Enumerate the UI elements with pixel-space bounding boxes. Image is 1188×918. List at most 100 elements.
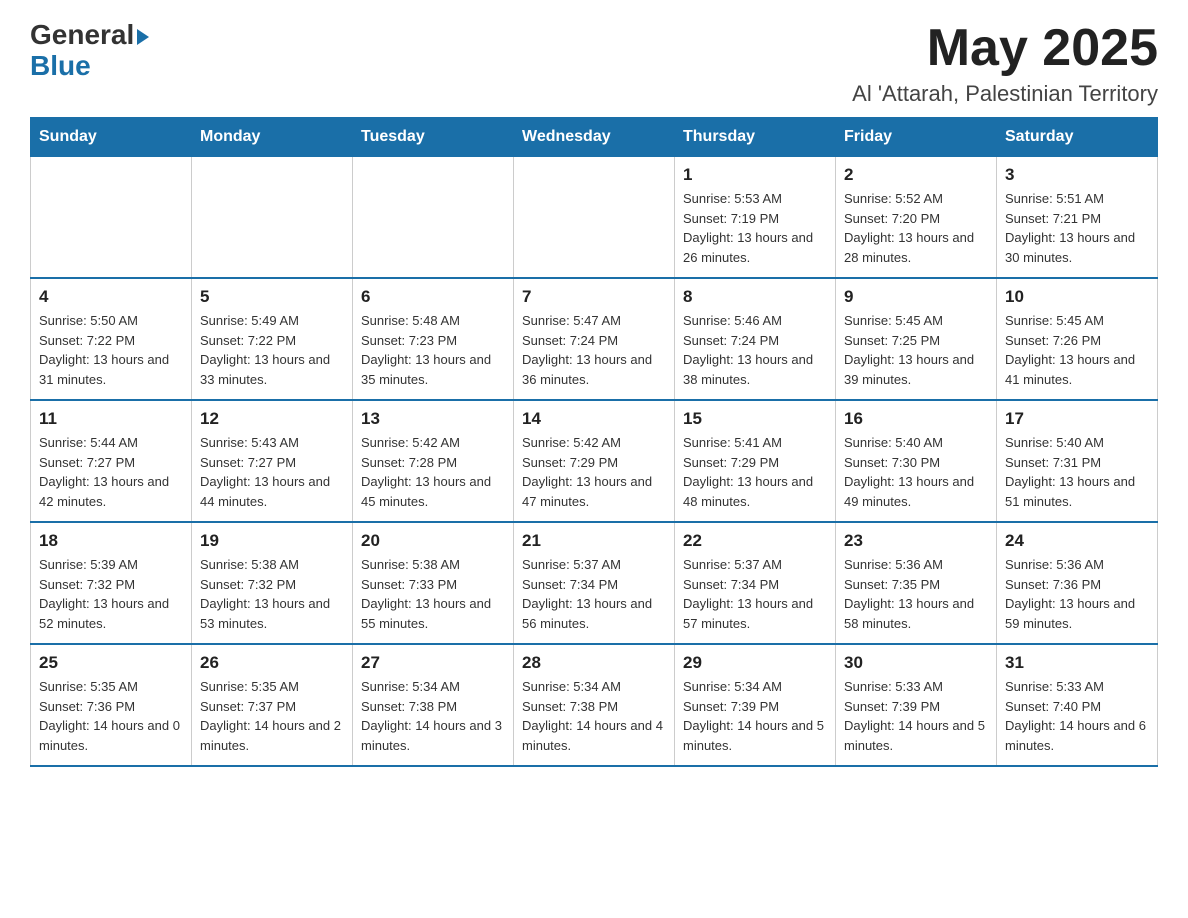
day-number: 22: [683, 531, 827, 551]
calendar-cell: 18 Sunrise: 5:39 AM Sunset: 7:32 PM Dayli…: [31, 522, 192, 644]
day-number: 27: [361, 653, 505, 673]
calendar-cell: 25 Sunrise: 5:35 AM Sunset: 7:36 PM Dayli…: [31, 644, 192, 766]
logo-blue: Blue: [30, 51, 91, 82]
day-info: Sunrise: 5:45 AM Sunset: 7:25 PM Dayligh…: [844, 311, 988, 389]
day-number: 20: [361, 531, 505, 551]
day-number: 30: [844, 653, 988, 673]
calendar-weekday-friday: Friday: [836, 118, 997, 157]
day-info: Sunrise: 5:44 AM Sunset: 7:27 PM Dayligh…: [39, 433, 183, 511]
day-info: Sunrise: 5:33 AM Sunset: 7:39 PM Dayligh…: [844, 677, 988, 755]
day-number: 5: [200, 287, 344, 307]
calendar-cell: 30 Sunrise: 5:33 AM Sunset: 7:39 PM Dayli…: [836, 644, 997, 766]
location-title: Al 'Attarah, Palestinian Territory: [852, 81, 1158, 107]
day-number: 17: [1005, 409, 1149, 429]
calendar-cell: 28 Sunrise: 5:34 AM Sunset: 7:38 PM Dayli…: [514, 644, 675, 766]
calendar-cell: [192, 157, 353, 279]
day-info: Sunrise: 5:39 AM Sunset: 7:32 PM Dayligh…: [39, 555, 183, 633]
day-number: 19: [200, 531, 344, 551]
day-info: Sunrise: 5:51 AM Sunset: 7:21 PM Dayligh…: [1005, 189, 1149, 267]
day-info: Sunrise: 5:37 AM Sunset: 7:34 PM Dayligh…: [522, 555, 666, 633]
day-info: Sunrise: 5:34 AM Sunset: 7:39 PM Dayligh…: [683, 677, 827, 755]
day-number: 14: [522, 409, 666, 429]
calendar-week-row: 4 Sunrise: 5:50 AM Sunset: 7:22 PM Daylig…: [31, 278, 1158, 400]
day-number: 7: [522, 287, 666, 307]
day-number: 26: [200, 653, 344, 673]
day-number: 29: [683, 653, 827, 673]
calendar-cell: 27 Sunrise: 5:34 AM Sunset: 7:38 PM Dayli…: [353, 644, 514, 766]
day-number: 8: [683, 287, 827, 307]
day-info: Sunrise: 5:34 AM Sunset: 7:38 PM Dayligh…: [522, 677, 666, 755]
day-number: 16: [844, 409, 988, 429]
day-info: Sunrise: 5:38 AM Sunset: 7:33 PM Dayligh…: [361, 555, 505, 633]
calendar-cell: 6 Sunrise: 5:48 AM Sunset: 7:23 PM Daylig…: [353, 278, 514, 400]
day-number: 18: [39, 531, 183, 551]
calendar-cell: 11 Sunrise: 5:44 AM Sunset: 7:27 PM Dayli…: [31, 400, 192, 522]
calendar-cell: 23 Sunrise: 5:36 AM Sunset: 7:35 PM Dayli…: [836, 522, 997, 644]
day-info: Sunrise: 5:37 AM Sunset: 7:34 PM Dayligh…: [683, 555, 827, 633]
calendar-cell: 3 Sunrise: 5:51 AM Sunset: 7:21 PM Daylig…: [997, 157, 1158, 279]
day-info: Sunrise: 5:42 AM Sunset: 7:28 PM Dayligh…: [361, 433, 505, 511]
calendar-cell: 26 Sunrise: 5:35 AM Sunset: 7:37 PM Dayli…: [192, 644, 353, 766]
calendar-header-row: SundayMondayTuesdayWednesdayThursdayFrid…: [31, 118, 1158, 157]
logo-general: General: [30, 20, 149, 51]
calendar-table: SundayMondayTuesdayWednesdayThursdayFrid…: [30, 117, 1158, 767]
calendar-cell: 21 Sunrise: 5:37 AM Sunset: 7:34 PM Dayli…: [514, 522, 675, 644]
day-info: Sunrise: 5:34 AM Sunset: 7:38 PM Dayligh…: [361, 677, 505, 755]
calendar-cell: [514, 157, 675, 279]
day-info: Sunrise: 5:38 AM Sunset: 7:32 PM Dayligh…: [200, 555, 344, 633]
calendar-cell: 19 Sunrise: 5:38 AM Sunset: 7:32 PM Dayli…: [192, 522, 353, 644]
calendar-cell: 22 Sunrise: 5:37 AM Sunset: 7:34 PM Dayli…: [675, 522, 836, 644]
day-info: Sunrise: 5:49 AM Sunset: 7:22 PM Dayligh…: [200, 311, 344, 389]
calendar-week-row: 11 Sunrise: 5:44 AM Sunset: 7:27 PM Dayli…: [31, 400, 1158, 522]
calendar-cell: 9 Sunrise: 5:45 AM Sunset: 7:25 PM Daylig…: [836, 278, 997, 400]
calendar-body: 1Sunrise: 5:53 AM Sunset: 7:19 PM Daylig…: [31, 157, 1158, 767]
calendar-week-row: 1Sunrise: 5:53 AM Sunset: 7:19 PM Daylig…: [31, 157, 1158, 279]
day-number: 21: [522, 531, 666, 551]
day-number: 25: [39, 653, 183, 673]
calendar-cell: [353, 157, 514, 279]
day-info: Sunrise: 5:40 AM Sunset: 7:30 PM Dayligh…: [844, 433, 988, 511]
calendar-cell: 29 Sunrise: 5:34 AM Sunset: 7:39 PM Dayli…: [675, 644, 836, 766]
day-number: 3: [1005, 165, 1149, 185]
month-title: May 2025: [852, 20, 1158, 77]
header-right: May 2025 Al 'Attarah, Palestinian Territ…: [852, 20, 1158, 107]
logo: General Blue: [30, 20, 149, 82]
calendar-weekday-thursday: Thursday: [675, 118, 836, 157]
day-number: 9: [844, 287, 988, 307]
calendar-cell: [31, 157, 192, 279]
day-info: Sunrise: 5:35 AM Sunset: 7:37 PM Dayligh…: [200, 677, 344, 755]
day-info: Sunrise: 5:35 AM Sunset: 7:36 PM Dayligh…: [39, 677, 183, 755]
day-number: 11: [39, 409, 183, 429]
day-info: Sunrise: 5:42 AM Sunset: 7:29 PM Dayligh…: [522, 433, 666, 511]
day-number: 4: [39, 287, 183, 307]
calendar-cell: 14 Sunrise: 5:42 AM Sunset: 7:29 PM Dayli…: [514, 400, 675, 522]
page-header: General Blue May 2025 Al 'Attarah, Pales…: [30, 20, 1158, 107]
calendar-cell: 4 Sunrise: 5:50 AM Sunset: 7:22 PM Daylig…: [31, 278, 192, 400]
day-info: Sunrise: 5:45 AM Sunset: 7:26 PM Dayligh…: [1005, 311, 1149, 389]
day-number: 2: [844, 165, 988, 185]
day-info: Sunrise: 5:41 AM Sunset: 7:29 PM Dayligh…: [683, 433, 827, 511]
calendar-cell: 13Sunrise: 5:42 AM Sunset: 7:28 PM Dayli…: [353, 400, 514, 522]
calendar-weekday-saturday: Saturday: [997, 118, 1158, 157]
calendar-cell: 15Sunrise: 5:41 AM Sunset: 7:29 PM Dayli…: [675, 400, 836, 522]
day-info: Sunrise: 5:50 AM Sunset: 7:22 PM Dayligh…: [39, 311, 183, 389]
calendar-header: SundayMondayTuesdayWednesdayThursdayFrid…: [31, 118, 1158, 157]
day-info: Sunrise: 5:43 AM Sunset: 7:27 PM Dayligh…: [200, 433, 344, 511]
day-number: 6: [361, 287, 505, 307]
day-info: Sunrise: 5:36 AM Sunset: 7:36 PM Dayligh…: [1005, 555, 1149, 633]
calendar-cell: 31Sunrise: 5:33 AM Sunset: 7:40 PM Dayli…: [997, 644, 1158, 766]
day-info: Sunrise: 5:40 AM Sunset: 7:31 PM Dayligh…: [1005, 433, 1149, 511]
day-info: Sunrise: 5:33 AM Sunset: 7:40 PM Dayligh…: [1005, 677, 1149, 755]
calendar-cell: 5 Sunrise: 5:49 AM Sunset: 7:22 PM Daylig…: [192, 278, 353, 400]
calendar-cell: 20 Sunrise: 5:38 AM Sunset: 7:33 PM Dayli…: [353, 522, 514, 644]
calendar-cell: 10Sunrise: 5:45 AM Sunset: 7:26 PM Dayli…: [997, 278, 1158, 400]
day-info: Sunrise: 5:52 AM Sunset: 7:20 PM Dayligh…: [844, 189, 988, 267]
calendar-cell: 24Sunrise: 5:36 AM Sunset: 7:36 PM Dayli…: [997, 522, 1158, 644]
calendar-weekday-wednesday: Wednesday: [514, 118, 675, 157]
calendar-cell: 16 Sunrise: 5:40 AM Sunset: 7:30 PM Dayli…: [836, 400, 997, 522]
calendar-weekday-tuesday: Tuesday: [353, 118, 514, 157]
day-info: Sunrise: 5:48 AM Sunset: 7:23 PM Dayligh…: [361, 311, 505, 389]
day-number: 28: [522, 653, 666, 673]
day-info: Sunrise: 5:36 AM Sunset: 7:35 PM Dayligh…: [844, 555, 988, 633]
day-number: 23: [844, 531, 988, 551]
